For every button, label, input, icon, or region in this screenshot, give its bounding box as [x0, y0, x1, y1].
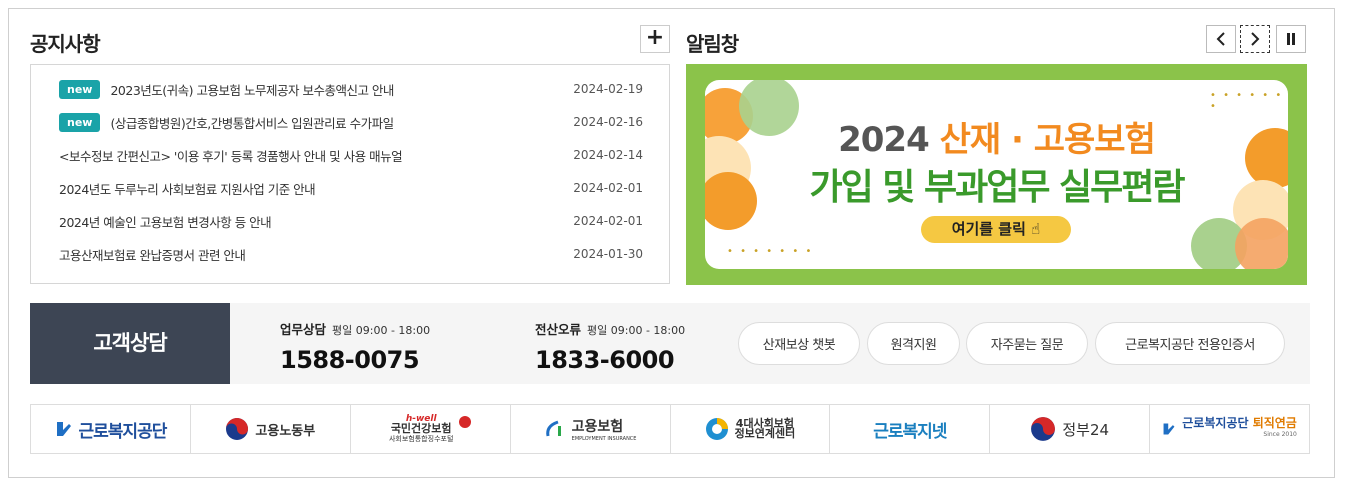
- business-contact-title: 업무상담: [280, 322, 327, 337]
- notice-item[interactable]: 고용산재보험료 완납증명서 관련 안내 2024-01-30: [59, 243, 643, 265]
- kcomwel-logo-link[interactable]: 근로복지공단: [31, 405, 191, 453]
- notice-item-date: 2024-02-01: [573, 214, 643, 228]
- worknet-logo-link[interactable]: 근로복지넷: [830, 405, 991, 453]
- kcomwel-logo-icon: [1163, 423, 1175, 435]
- nhis-logo: h-well 국민건강보험 사회보험통합징수포털: [389, 414, 453, 444]
- kcomwel-logo-icon: [56, 422, 71, 436]
- faq-link[interactable]: 자주묻는 질문: [966, 322, 1088, 365]
- partner-logos: 근로복지공단 고용노동부 h-well 국민건강보험 사회보험통합징수포털 고용…: [30, 404, 1310, 454]
- banner-accent: 산재 · 고용보험: [939, 120, 1156, 160]
- certificate-link[interactable]: 근로복지공단 전용인증서: [1095, 322, 1285, 365]
- decor-dots: • • • • • • •: [1210, 90, 1284, 112]
- notice-item-date: 2024-02-14: [573, 148, 643, 162]
- nhis-logo-sub: 사회보험통합징수포털: [388, 435, 454, 443]
- kcomwel-logo-text: 근로복지공단: [78, 421, 168, 442]
- notice-list: new 2023년도(귀속) 고용보험 노무제공자 보수총액신고 안내 2024…: [30, 64, 670, 284]
- pension-logo: 근로복지공단 퇴직연금 Since 2010: [1182, 417, 1297, 441]
- notice-item-date: 2024-02-19: [573, 82, 643, 96]
- chatbot-link[interactable]: 산재보상 챗봇: [738, 322, 860, 365]
- ei-logo-sub: EMPLOYMENT INSURANCE: [571, 436, 637, 442]
- ei-logo: 고용보험 EMPLOYMENT INSURANCE: [572, 416, 637, 442]
- banner-card: • • • • • • • • • • • • • • 2024 산재 · 고용…: [705, 80, 1288, 269]
- nhis-logo-link[interactable]: h-well 국민건강보험 사회보험통합징수포털: [351, 405, 511, 453]
- moel-logo-text: 고용노동부: [255, 423, 316, 439]
- remote-support-link[interactable]: 원격지원: [867, 322, 960, 365]
- notice-item-title[interactable]: 2023년도(귀속) 고용보험 노무제공자 보수총액신고 안내: [110, 80, 573, 99]
- notice-item-title[interactable]: 2024년도 두루누리 사회보험료 지원사업 기준 안내: [59, 179, 573, 198]
- business-contact-hours: 평일 09:00 - 18:00: [332, 324, 431, 337]
- banner-click-button[interactable]: 여기를 클릭 ☝: [921, 216, 1071, 243]
- pause-slide-button[interactable]: [1276, 25, 1306, 53]
- ei-logo-main: 고용보험: [571, 419, 624, 435]
- taegeuk-icon: [1031, 417, 1056, 441]
- notice-item-title[interactable]: <보수정보 간편신고> '이용 후기' 등록 경품행사 안내 및 사용 매뉴얼: [59, 146, 573, 165]
- ei-logo-icon: [545, 420, 561, 437]
- pension-logo-since: Since 2010: [1263, 431, 1297, 438]
- notice-item[interactable]: 2024년도 두루누리 사회보험료 지원사업 기준 안내 2024-02-01: [59, 177, 643, 199]
- new-badge: new: [59, 112, 101, 132]
- it-contact-hours: 평일 09:00 - 18:00: [587, 324, 686, 337]
- it-phone[interactable]: 1833-6000: [535, 346, 685, 374]
- notice-item[interactable]: new 2023년도(귀속) 고용보험 노무제공자 보수총액신고 안내 2024…: [59, 78, 643, 100]
- notice-title: 공지사항: [30, 32, 101, 56]
- notice-item-date: 2024-02-16: [573, 115, 643, 129]
- business-phone[interactable]: 1588-0075: [280, 346, 430, 374]
- consult-label: 고객상담: [30, 303, 230, 384]
- prev-slide-button[interactable]: [1206, 25, 1236, 53]
- notice-item-date: 2024-02-01: [573, 181, 643, 195]
- ei-logo-link[interactable]: 고용보험 EMPLOYMENT INSURANCE: [511, 405, 671, 453]
- consult-panel: 고객상담 업무상담 평일 09:00 - 18:00 1588-0075 전산오류…: [30, 303, 1310, 384]
- new-badge: new: [59, 79, 101, 99]
- alarm-banner[interactable]: • • • • • • • • • • • • • • 2024 산재 · 고용…: [686, 64, 1307, 285]
- speech-bubble-icon: [459, 416, 472, 428]
- notice-item[interactable]: 2024년 예술인 고용보험 변경사항 등 안내 2024-02-01: [59, 210, 643, 232]
- banner-subheadline: 가입 및 부과업무 실무편람: [809, 167, 1186, 208]
- it-contact: 전산오류 평일 09:00 - 18:00 1833-6000: [535, 319, 685, 374]
- four-insurance-icon: [705, 418, 728, 440]
- pension-logo-main: 근로복지공단: [1182, 416, 1249, 430]
- worker-illustration-icon: [1235, 218, 1288, 269]
- gov24-logo-text: 정부24: [1062, 420, 1110, 439]
- notice-item-title[interactable]: 고용산재보험료 완납증명서 관련 안내: [59, 245, 573, 264]
- pension-logo-accent: 퇴직연금: [1252, 416, 1297, 430]
- moel-logo-link[interactable]: 고용노동부: [191, 405, 351, 453]
- next-slide-button[interactable]: [1240, 25, 1270, 53]
- notice-item-title[interactable]: 2024년 예술인 고용보험 변경사항 등 안내: [59, 212, 573, 231]
- chevron-right-icon: [1251, 32, 1260, 46]
- banner-headline: 2024 산재 · 고용보험: [705, 112, 1288, 161]
- decor-dots: • • • • • • •: [727, 246, 814, 257]
- notice-item-date: 2024-01-30: [573, 247, 643, 261]
- notice-more-button[interactable]: +: [640, 25, 670, 53]
- notice-item-title[interactable]: (상급종합병원)간호,간병통합서비스 입원관리료 수가파일: [110, 113, 573, 132]
- banner-year: 2024: [838, 120, 930, 160]
- chevron-left-icon: [1216, 32, 1225, 46]
- four-insurance-line2: 정보연계센터: [734, 427, 796, 440]
- notice-item[interactable]: <보수정보 간편신고> '이용 후기' 등록 경품행사 안내 및 사용 매뉴얼 …: [59, 144, 643, 166]
- pension-logo-link[interactable]: 근로복지공단 퇴직연금 Since 2010: [1150, 405, 1309, 453]
- worknet-logo-text: 근로복지넷: [873, 421, 947, 442]
- taegeuk-icon: [226, 418, 249, 440]
- four-insurance-logo: 4대사회보험 정보연계센터: [734, 418, 796, 440]
- nhis-logo-main: 국민건강보험: [390, 422, 452, 435]
- four-insurance-logo-link[interactable]: 4대사회보험 정보연계센터: [671, 405, 831, 453]
- it-contact-title: 전산오류: [535, 322, 582, 337]
- pointer-hand-icon: ☝: [1031, 220, 1041, 238]
- notice-item[interactable]: new (상급종합병원)간호,간병통합서비스 입원관리료 수가파일 2024-0…: [59, 111, 643, 133]
- pause-icon: [1287, 33, 1295, 45]
- business-contact: 업무상담 평일 09:00 - 18:00 1588-0075: [280, 319, 430, 374]
- alarm-title: 알림창: [686, 32, 739, 56]
- gov24-logo-link[interactable]: 정부24: [990, 405, 1151, 453]
- banner-click-label: 여기를 클릭: [951, 220, 1026, 238]
